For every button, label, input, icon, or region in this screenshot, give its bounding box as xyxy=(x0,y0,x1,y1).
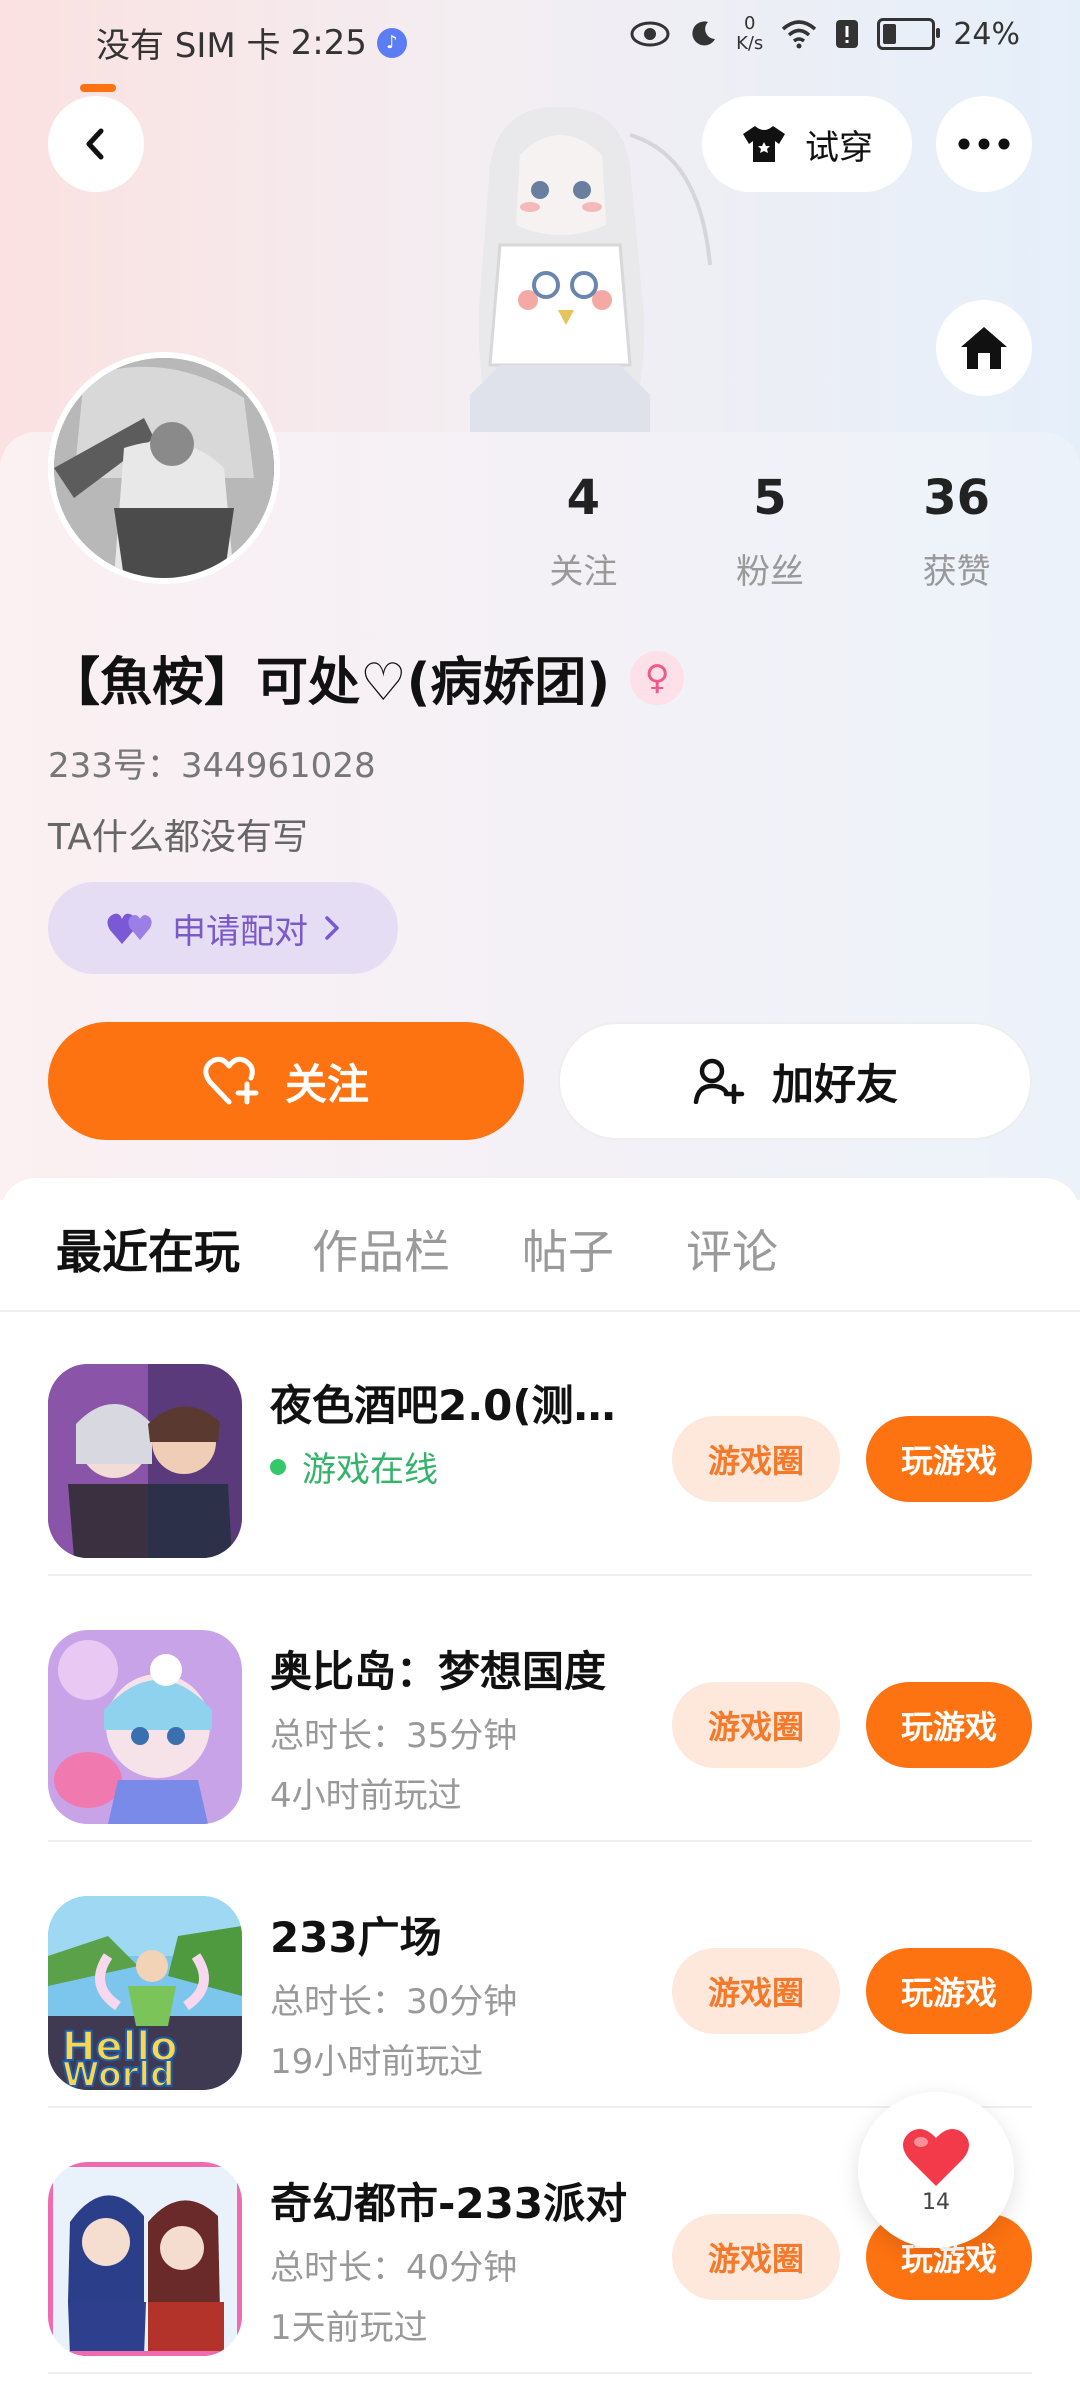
game-icon-fantasy-city xyxy=(48,2162,242,2356)
status-left: 没有 SIM 卡 2:25 ♪ xyxy=(96,18,407,67)
avatar-image xyxy=(54,358,274,578)
active-tab-indicator xyxy=(80,84,116,92)
likes-stat[interactable]: 36 获赞 xyxy=(863,470,1050,593)
profile-nickname-row: 【魚桉】可处♡(病娇团) ♀ xyxy=(48,640,685,715)
battery-level xyxy=(883,24,896,44)
carrier-text: 没有 SIM 卡 xyxy=(96,26,281,66)
more-options-button[interactable] xyxy=(936,96,1032,192)
likes-label: 获赞 xyxy=(922,552,991,592)
add-friend-button[interactable]: 加好友 xyxy=(558,1022,1032,1140)
chevron-left-icon xyxy=(86,128,104,160)
wifi-icon xyxy=(782,20,817,49)
try-on-button[interactable]: 试穿 xyxy=(702,96,912,192)
avatar[interactable] xyxy=(48,352,280,584)
game-icon-night-bar xyxy=(48,1364,242,1558)
back-button[interactable] xyxy=(48,96,144,192)
status-bar: 没有 SIM 卡 2:25 ♪ 0 K/s 24% xyxy=(0,0,1080,80)
row-divider xyxy=(48,2106,1032,2108)
game-status: 游戏在线 xyxy=(270,1442,438,1491)
tab-recently-played[interactable]: 最近在玩 xyxy=(56,1216,240,1282)
net-speed-unit: K/s xyxy=(736,33,764,54)
svg-text:World: World xyxy=(62,2055,174,2090)
profile-nickname: 【魚桉】可处♡(病娇团) xyxy=(48,653,611,713)
net-speed: 0 K/s xyxy=(736,14,763,54)
online-status-icon xyxy=(270,1458,286,1475)
status-right: 0 K/s 24% xyxy=(630,14,1020,54)
fans-count: 5 xyxy=(753,470,787,526)
chevron-right-icon xyxy=(325,916,339,940)
likes-count: 36 xyxy=(923,470,991,526)
game-circle-button[interactable]: 游戏圈 xyxy=(672,1948,840,2034)
game-icon-233-plaza: Hello World xyxy=(48,1896,242,2090)
heart-icon xyxy=(903,2128,969,2186)
add-friend-label: 加好友 xyxy=(771,1059,898,1109)
game-title: 夜色酒吧2.0(测… xyxy=(270,1381,616,1430)
game-title: 奇幻都市-233派对 xyxy=(270,2179,628,2228)
tab-comments[interactable]: 评论 xyxy=(686,1216,778,1282)
battery-icon xyxy=(877,18,941,50)
row-divider xyxy=(48,1840,1032,1842)
character-avatar-illustration xyxy=(470,106,712,435)
game-last-played: 1天前玩过 xyxy=(270,2308,428,2348)
tab-works[interactable]: 作品栏 xyxy=(312,1216,450,1282)
add-user-icon xyxy=(693,1058,745,1104)
request-pair-label: 申请配对 xyxy=(172,911,308,952)
tab-posts[interactable]: 帖子 xyxy=(522,1216,614,1282)
game-circle-button[interactable]: 游戏圈 xyxy=(672,2214,840,2300)
row-divider xyxy=(48,2372,1032,2374)
user-bio: TA什么都没有写 xyxy=(48,817,308,858)
game-total-time: 总时长：30分钟 xyxy=(270,1982,518,2022)
home-icon xyxy=(961,327,1007,369)
game-last-played: 4小时前玩过 xyxy=(270,1776,462,1816)
fans-label: 粉丝 xyxy=(736,552,804,592)
profile-tabs: 最近在玩 作品栏 帖子 评论 xyxy=(56,1216,778,1282)
game-circle-button[interactable]: 游戏圈 xyxy=(672,1682,840,1768)
play-game-button[interactable]: 玩游戏 xyxy=(866,1948,1032,2034)
fans-stat[interactable]: 5 粉丝 xyxy=(677,470,864,593)
eye-icon xyxy=(630,21,670,47)
floating-like-button[interactable]: 14 xyxy=(858,2092,1014,2248)
play-game-button[interactable]: 玩游戏 xyxy=(866,1682,1032,1768)
like-count: 14 xyxy=(922,2189,950,2215)
try-on-label: 试穿 xyxy=(805,127,873,168)
play-game-button[interactable]: 玩游戏 xyxy=(866,1416,1032,1502)
game-icon-aobi-island xyxy=(48,1630,242,1824)
request-pair-button[interactable]: 申请配对 xyxy=(48,882,398,974)
game-total-time: 总时长：35分钟 xyxy=(270,1716,518,1756)
clock-text: 2:25 xyxy=(290,22,367,63)
gender-female-icon: ♀ xyxy=(630,650,685,705)
double-heart-icon xyxy=(107,913,152,944)
game-title: 233广场 xyxy=(270,1913,442,1962)
home-button[interactable] xyxy=(936,300,1032,396)
moon-icon xyxy=(692,21,716,46)
battery-text: 24% xyxy=(953,16,1020,52)
heart-plus-icon xyxy=(203,1056,259,1105)
game-title: 奥比岛：梦想国度 xyxy=(270,1647,607,1696)
game-total-time: 总时长：40分钟 xyxy=(270,2248,518,2288)
follow-button[interactable]: 关注 xyxy=(48,1022,524,1140)
row-divider xyxy=(48,1574,1032,1576)
game-circle-button[interactable]: 游戏圈 xyxy=(672,1416,840,1502)
list-item[interactable]: Hello World 233广场 总时长：30分钟 19小时前玩过 游戏圈 玩… xyxy=(48,1844,1032,2108)
profile-stats: 4 关注 5 粉丝 36 获赞 xyxy=(490,470,1050,593)
following-count: 4 xyxy=(566,470,601,526)
game-last-played: 19小时前玩过 xyxy=(270,2042,484,2082)
list-item[interactable]: 奥比岛：梦想国度 总时长：35分钟 4小时前玩过 游戏圈 玩游戏 xyxy=(48,1578,1032,1842)
avatar-illustration xyxy=(54,358,274,578)
tshirt-icon xyxy=(743,126,785,162)
user-id: 233号：344961028 xyxy=(48,746,376,786)
game-online-text: 游戏在线 xyxy=(302,1450,438,1490)
music-icon: ♪ xyxy=(376,27,407,58)
sim-alert-icon xyxy=(836,20,859,48)
net-speed-value: 0 xyxy=(743,13,756,34)
more-dots-icon xyxy=(958,138,1010,150)
following-stat[interactable]: 4 关注 xyxy=(490,470,677,593)
following-label: 关注 xyxy=(549,552,618,592)
follow-label: 关注 xyxy=(284,1059,369,1109)
list-item[interactable]: 夜色酒吧2.0(测… 游戏在线 游戏圈 玩游戏 xyxy=(48,1312,1032,1576)
